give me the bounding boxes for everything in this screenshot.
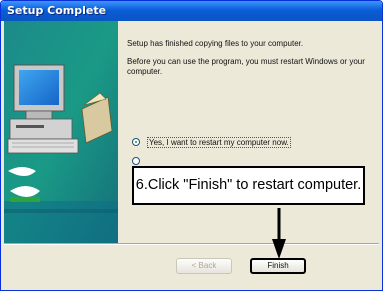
radio-restart-now-label[interactable]: Yes, I want to restart my computer now.	[147, 137, 291, 148]
finish-button[interactable]: Finish	[250, 258, 306, 274]
setup-window: Setup Complete Setup has finished copyin…	[0, 0, 383, 291]
instruction-callout: 6.Click "Finish" to restart computer.	[132, 166, 365, 205]
radio-restart-later[interactable]	[132, 157, 140, 165]
setup-illustration	[4, 21, 118, 243]
computer-illustration-icon	[4, 21, 118, 243]
radio-restart-now[interactable]	[132, 138, 140, 146]
setup-finished-text: Setup has finished copying files to your…	[127, 39, 304, 48]
title-bar[interactable]: Setup Complete	[1, 1, 382, 21]
window-title: Setup Complete	[7, 4, 107, 17]
button-separator	[4, 243, 379, 245]
dialog-body: Setup has finished copying files to your…	[4, 21, 379, 287]
restart-instruction-text: Before you can use the program, you must…	[127, 57, 365, 76]
back-button[interactable]: < Back	[176, 258, 232, 274]
